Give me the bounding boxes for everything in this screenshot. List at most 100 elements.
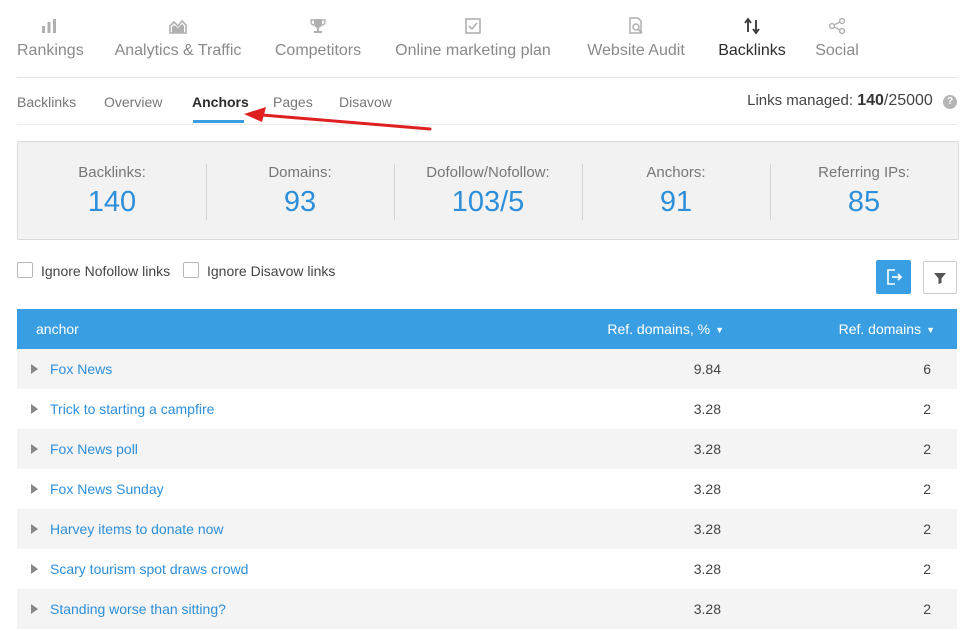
anchor-link[interactable]: Fox News poll [50, 441, 138, 457]
anchors-table: anchor Ref. domains, % ▼ Ref. domains ▼ Fo… [17, 309, 957, 629]
expand-row-icon[interactable] [31, 484, 38, 494]
stat-value: 140 [87, 186, 137, 218]
table-row: Standing worse than sitting? 3.28 2 [17, 589, 957, 629]
bar-chart-icon [40, 17, 58, 35]
stat-value: 85 [847, 186, 881, 218]
document-search-icon [627, 17, 645, 35]
tab-backlinks[interactable]: Backlinks [17, 94, 76, 110]
nav-label: Social [815, 42, 859, 59]
anchor-link[interactable]: Trick to starting a campfire [50, 401, 214, 417]
nav-item-social[interactable]: Social [814, 0, 860, 78]
help-icon[interactable]: ? [943, 95, 957, 109]
ref-domains-pct: 3.28 [693, 441, 721, 457]
area-chart-icon [169, 17, 187, 35]
anchor-link[interactable]: Standing worse than sitting? [50, 601, 226, 617]
ref-domains-pct: 3.28 [693, 521, 721, 537]
sort-down-icon: ▼ [926, 325, 935, 335]
export-button[interactable] [876, 260, 911, 294]
stat-backlinks: Backlinks: 140 [18, 142, 206, 239]
main-navigation: Rankings Analytics & Traffic Competitors… [17, 0, 957, 78]
anchor-link[interactable]: Harvey items to donate now [50, 521, 224, 537]
column-header-label: Ref. domains, % [607, 321, 711, 337]
links-managed-limit: /25000 [883, 92, 933, 109]
expand-row-icon[interactable] [31, 404, 38, 414]
checkbox-icon [464, 17, 482, 35]
ref-domains-pct: 9.84 [693, 361, 721, 377]
trophy-icon [309, 17, 327, 35]
stat-domains: Domains: 93 [206, 142, 394, 239]
stat-label: Referring IPs: [818, 164, 910, 181]
tab-overview[interactable]: Overview [104, 94, 162, 110]
expand-row-icon[interactable] [31, 444, 38, 454]
stat-dofollow-nofollow: Dofollow/Nofollow: 103/5 [394, 142, 582, 239]
stat-value: 91 [659, 186, 693, 218]
ref-domains-count: 2 [923, 481, 931, 497]
nav-item-website-audit[interactable]: Website Audit [584, 0, 688, 78]
table-header: anchor Ref. domains, % ▼ Ref. domains ▼ [17, 309, 957, 349]
stat-anchors: Anchors: 91 [582, 142, 770, 239]
ref-domains-count: 6 [923, 361, 931, 377]
stat-value: 103/5 [451, 186, 525, 218]
table-row: Trick to starting a campfire 3.28 2 [17, 389, 957, 429]
table-row: Fox News 9.84 6 [17, 349, 957, 389]
column-header-label: Ref. domains [838, 321, 922, 337]
anchor-link[interactable]: Fox News [50, 361, 112, 377]
table-row: Harvey items to donate now 3.28 2 [17, 509, 957, 549]
ref-domains-count: 2 [923, 401, 931, 417]
ref-domains-pct: 3.28 [693, 561, 721, 577]
ignore-disavow-checkbox[interactable]: Ignore Disavow links [183, 261, 343, 281]
filter-icon [934, 272, 946, 284]
expand-row-icon[interactable] [31, 604, 38, 614]
nav-item-rankings[interactable]: Rankings [17, 0, 84, 78]
links-managed-current: 140 [857, 92, 884, 109]
nav-item-online-marketing-plan[interactable]: Online marketing plan [394, 0, 552, 78]
ref-domains-count: 2 [923, 521, 931, 537]
ref-domains-count: 2 [923, 561, 931, 577]
checkbox-box[interactable] [17, 262, 33, 278]
links-managed-label: Links managed: [747, 92, 854, 109]
ref-domains-pct: 3.28 [693, 401, 721, 417]
annotation-arrow-icon [244, 107, 432, 131]
nav-item-backlinks[interactable]: Backlinks [718, 0, 786, 78]
stat-referring-ips: Referring IPs: 85 [770, 142, 958, 239]
active-tab-indicator [193, 120, 244, 123]
table-row: Fox News Sunday 3.28 2 [17, 469, 957, 509]
checkbox-label: Ignore Disavow links [207, 263, 336, 279]
stat-label: Domains: [268, 164, 332, 181]
expand-row-icon[interactable] [31, 524, 38, 534]
column-header-ref-domains[interactable]: Ref. domains ▼ [839, 321, 935, 337]
expand-row-icon[interactable] [31, 564, 38, 574]
nav-item-competitors[interactable]: Competitors [274, 0, 362, 78]
checkbox-label: Ignore Nofollow links [41, 263, 171, 279]
filter-button[interactable] [923, 261, 957, 294]
expand-row-icon[interactable] [31, 364, 38, 374]
nav-label: Analytics & Traffic [114, 42, 242, 59]
stat-label: Dofollow/Nofollow: [426, 164, 550, 181]
anchor-link[interactable]: Fox News Sunday [50, 481, 164, 497]
table-row: Fox News poll 3.28 2 [17, 429, 957, 469]
nav-label: Rankings [17, 42, 84, 59]
ref-domains-count: 2 [923, 441, 931, 457]
ref-domains-count: 2 [923, 601, 931, 617]
ref-domains-pct: 3.28 [693, 481, 721, 497]
export-icon [886, 269, 902, 285]
anchor-link[interactable]: Scary tourism spot draws crowd [50, 561, 248, 577]
ref-domains-pct: 3.28 [693, 601, 721, 617]
stat-label: Backlinks: [78, 164, 146, 181]
stat-label: Anchors: [646, 164, 706, 181]
sub-tabs: Backlinks Overview Anchors Pages Disavow… [17, 88, 957, 125]
nav-label: Website Audit [587, 42, 685, 59]
link-arrows-icon [743, 17, 761, 35]
share-icon [828, 17, 846, 35]
column-header-anchor[interactable]: anchor [36, 321, 79, 337]
stat-value: 93 [283, 186, 317, 218]
nav-label: Backlinks [718, 42, 786, 59]
nav-label: Competitors [274, 42, 362, 59]
checkbox-box[interactable] [183, 262, 199, 278]
stats-panel: Backlinks: 140 Domains: 93 Dofollow/Nofo… [17, 141, 959, 240]
links-managed: Links managed: 140/25000 ? [747, 92, 957, 110]
nav-item-analytics-traffic[interactable]: Analytics & Traffic [114, 0, 242, 78]
column-header-ref-domains-pct[interactable]: Ref. domains, % ▼ [607, 321, 724, 337]
table-row: Scary tourism spot draws crowd 3.28 2 [17, 549, 957, 589]
ignore-nofollow-checkbox[interactable]: Ignore Nofollow links [17, 261, 177, 281]
